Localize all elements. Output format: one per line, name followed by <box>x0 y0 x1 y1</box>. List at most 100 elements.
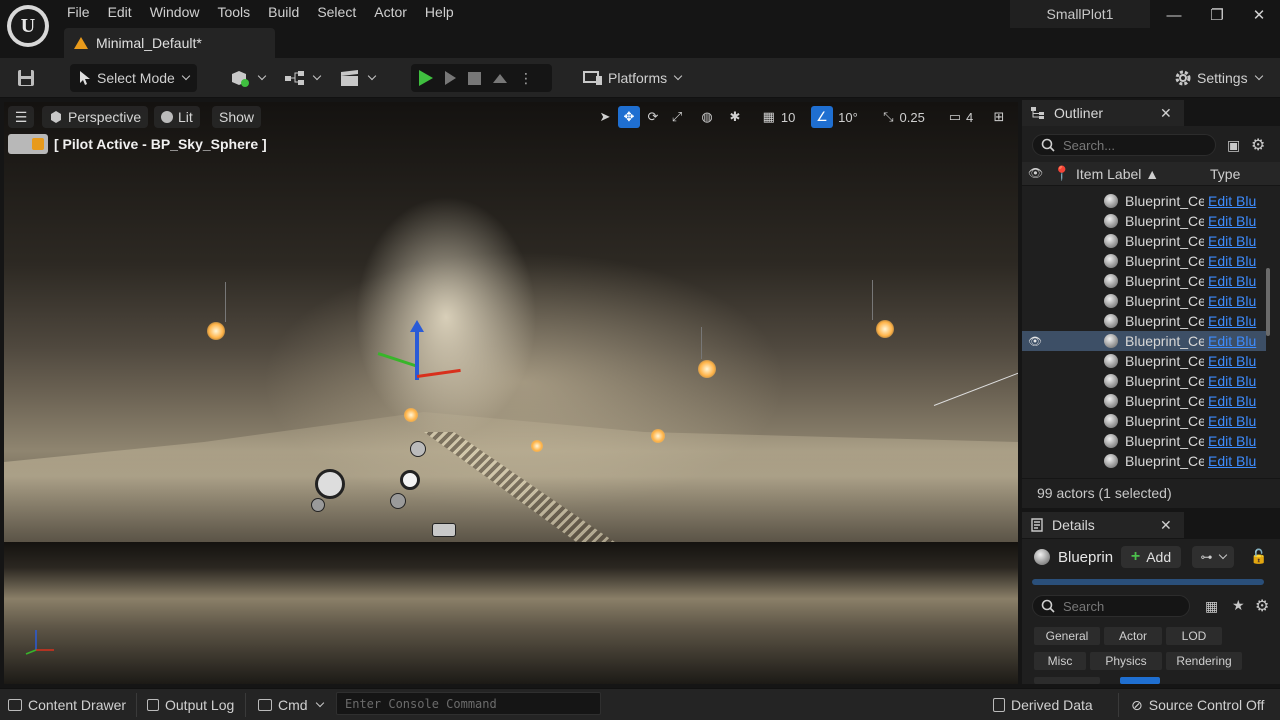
viewport-layout-icon[interactable]: ⊞ <box>988 106 1010 128</box>
type-column[interactable]: Type <box>1210 166 1240 182</box>
outliner-row[interactable]: Blueprint_Cei Edit Blu <box>1022 451 1266 471</box>
gizmo-x-axis[interactable] <box>416 368 461 378</box>
settings-dropdown[interactable]: Settings <box>1174 64 1263 92</box>
outliner-scrollbar[interactable] <box>1266 268 1270 336</box>
grid-snap-button[interactable]: ▦ 10 <box>756 106 802 128</box>
scale-snap-button[interactable]: ⤡ 0.25 <box>876 106 932 128</box>
menu-help[interactable]: Help <box>416 0 463 24</box>
outliner-settings-gear-icon[interactable]: ⚙ <box>1251 135 1265 155</box>
lock-icon[interactable]: 🔓 <box>1250 548 1267 565</box>
ceiling-lamp[interactable] <box>207 322 225 340</box>
reflection-capture-sprite-icon[interactable] <box>311 498 325 512</box>
content-drawer-button[interactable]: Content Drawer <box>8 695 126 715</box>
row-type-link[interactable]: Edit Blu <box>1204 273 1264 289</box>
step-forward-icon[interactable] <box>445 71 456 85</box>
menu-select[interactable]: Select <box>308 0 365 24</box>
pin-column-icon[interactable]: 📍 <box>1053 165 1070 182</box>
menu-window[interactable]: Window <box>141 0 209 24</box>
select-mode-dropdown[interactable]: Select Mode <box>70 64 197 92</box>
outliner-row[interactable]: Blueprint_Cei Edit Blu <box>1022 311 1266 331</box>
table-view-icon[interactable]: ▦ <box>1205 598 1218 615</box>
ceiling-lamp[interactable] <box>698 360 716 378</box>
blueprint-options-dropdown[interactable]: ⊶ <box>1192 546 1234 568</box>
unreal-logo-icon[interactable]: U <box>7 5 49 47</box>
component-tree-strip[interactable] <box>1032 579 1264 585</box>
move-tool-icon[interactable]: ✥ <box>618 106 640 128</box>
category-physics-button[interactable]: Physics <box>1090 652 1162 670</box>
row-type-link[interactable]: Edit Blu <box>1204 333 1264 349</box>
outliner-row[interactable]: 👁 Blueprint_Cei Edit Blu <box>1022 331 1266 351</box>
row-type-link[interactable]: Edit Blu <box>1204 293 1264 309</box>
category-misc-button[interactable]: Misc <box>1034 652 1086 670</box>
outliner-row[interactable]: Blueprint_Cei Edit Blu <box>1022 271 1266 291</box>
source-control-button[interactable]: ⊘ Source Control Off <box>1131 695 1264 715</box>
cinematics-button[interactable] <box>339 64 377 92</box>
level-viewport[interactable]: ☰ Perspective Lit Show ➤ ✥ ⟳ ⤢ ◍ ✱ ▦ 10 … <box>4 102 1018 684</box>
surface-snap-icon[interactable]: ✱ <box>724 106 746 128</box>
platforms-dropdown[interactable]: Platforms <box>583 64 683 92</box>
details-actor-name[interactable]: Blueprin <box>1058 549 1113 566</box>
stop-icon[interactable] <box>468 71 481 85</box>
minimize-button[interactable]: — <box>1159 4 1189 28</box>
visibility-eye-icon[interactable]: 👁 <box>1022 335 1048 348</box>
outliner-row[interactable]: Blueprint_Cei Edit Blu <box>1022 251 1266 271</box>
gizmo-y-axis[interactable] <box>377 352 419 368</box>
more-options-icon[interactable]: ⋮ <box>519 70 533 87</box>
row-type-link[interactable]: Edit Blu <box>1204 193 1264 209</box>
row-type-link[interactable]: Edit Blu <box>1204 453 1264 469</box>
scale-tool-icon[interactable]: ⤢ <box>666 106 688 128</box>
select-tool-icon[interactable]: ➤ <box>594 106 616 128</box>
outliner-close-icon[interactable]: ✕ <box>1160 105 1172 122</box>
close-window-button[interactable]: ✕ <box>1244 4 1274 28</box>
player-start-sprite-icon[interactable] <box>432 523 456 537</box>
ceiling-lamp[interactable] <box>876 320 894 338</box>
row-type-link[interactable]: Edit Blu <box>1204 233 1264 249</box>
outliner-row[interactable]: Blueprint_Cei Edit Blu <box>1022 431 1266 451</box>
category-all-button[interactable] <box>1120 677 1160 684</box>
world-space-icon[interactable]: ◍ <box>696 106 718 128</box>
category-lod-button[interactable]: LOD <box>1166 627 1222 645</box>
category-streaming-button[interactable] <box>1034 677 1100 684</box>
lit-button[interactable]: Lit <box>154 106 200 128</box>
row-type-link[interactable]: Edit Blu <box>1204 433 1264 449</box>
sun-light-sprite-icon[interactable] <box>400 470 420 490</box>
cmd-dropdown[interactable]: Cmd <box>258 695 324 715</box>
derived-data-button[interactable]: Derived Data <box>993 695 1093 715</box>
ceiling-lamp[interactable] <box>651 429 665 443</box>
menu-actor[interactable]: Actor <box>365 0 416 24</box>
favorites-star-icon[interactable]: ★ <box>1232 597 1245 614</box>
details-settings-gear-icon[interactable]: ⚙ <box>1255 596 1269 616</box>
menu-file[interactable]: File <box>58 0 99 24</box>
category-general-button[interactable]: General <box>1034 627 1100 645</box>
outliner-row[interactable]: Blueprint_Cei Edit Blu <box>1022 411 1266 431</box>
save-button[interactable] <box>16 64 36 92</box>
show-button[interactable]: Show <box>212 106 262 128</box>
rotation-snap-icon[interactable]: ∠ <box>811 106 833 128</box>
outliner-row[interactable]: Blueprint_Cei Edit Blu <box>1022 391 1266 411</box>
outliner-row[interactable]: Blueprint_Cei Edit Blu <box>1022 291 1266 311</box>
ceiling-lamp[interactable] <box>404 408 418 422</box>
details-close-icon[interactable]: ✕ <box>1160 517 1172 534</box>
level-document-tab[interactable]: Minimal_Default* <box>64 28 275 58</box>
eject-icon[interactable] <box>493 73 507 83</box>
item-label-column[interactable]: Item Label ▲ <box>1076 166 1159 182</box>
add-folder-icon[interactable]: ▣ <box>1227 137 1240 154</box>
visibility-column-eye-icon[interactable]: 👁 <box>1028 166 1043 180</box>
audio-sprite-icon[interactable] <box>410 441 426 457</box>
play-icon[interactable] <box>419 70 433 86</box>
outliner-row[interactable]: Blueprint_Cei Edit Blu <box>1022 211 1266 231</box>
console-command-input[interactable]: Enter Console Command <box>336 692 601 715</box>
details-search-input[interactable]: Search <box>1032 595 1190 617</box>
row-type-link[interactable]: Edit Blu <box>1204 253 1264 269</box>
maximize-button[interactable]: ❐ <box>1202 4 1232 28</box>
row-type-link[interactable]: Edit Blu <box>1204 353 1264 369</box>
row-type-link[interactable]: Edit Blu <box>1204 213 1264 229</box>
camera-speed-button[interactable]: ▭ 4 <box>944 106 978 128</box>
perspective-button[interactable]: Perspective <box>42 106 149 128</box>
menu-edit[interactable]: Edit <box>99 0 141 24</box>
sky-light-sprite-icon[interactable] <box>315 469 345 499</box>
outliner-row[interactable]: Blueprint_Cei Edit Blu <box>1022 231 1266 251</box>
menu-tools[interactable]: Tools <box>208 0 259 24</box>
viewport-menu-button[interactable]: ☰ <box>8 106 34 128</box>
add-component-button[interactable]: + Add <box>1121 546 1181 568</box>
